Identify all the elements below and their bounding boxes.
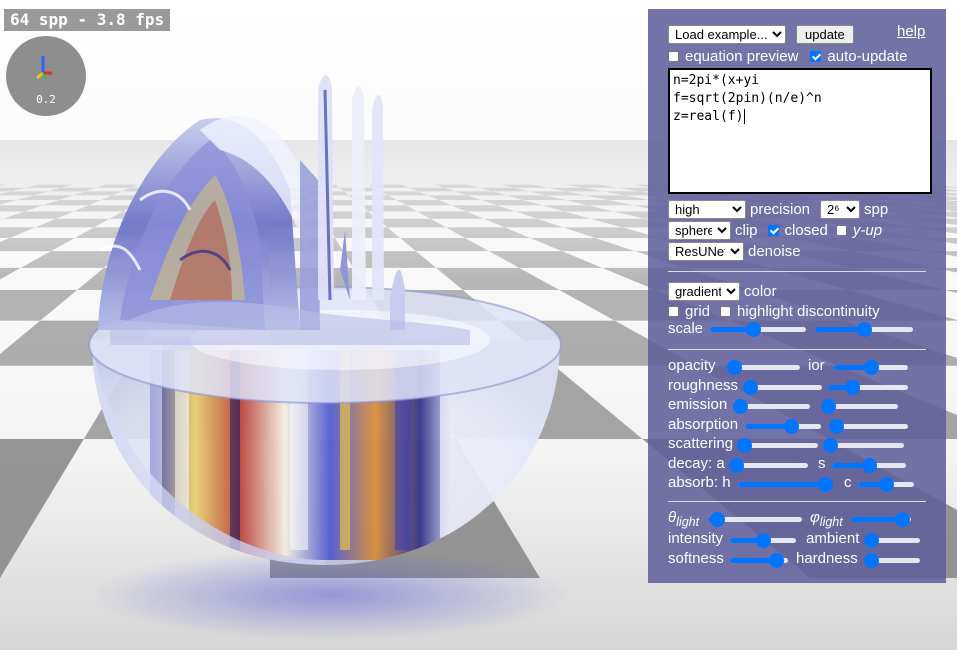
- y-up-label: y-up: [852, 222, 883, 239]
- slider-6-b[interactable]: [858, 477, 914, 492]
- slider-0-b-handle[interactable]: [895, 512, 910, 527]
- axes-scale-label: 0.2: [36, 93, 56, 106]
- slider-5-b[interactable]: [832, 457, 906, 473]
- auto-update-checkbox[interactable]: [810, 51, 822, 62]
- slider-0-a-handle[interactable]: [726, 360, 742, 375]
- slider-label: decay: a: [668, 454, 725, 472]
- axes-gizmo[interactable]: 0.2: [6, 36, 86, 116]
- slider-label: intensity: [668, 529, 724, 547]
- scale-label: scale: [668, 320, 704, 337]
- slider-2-a[interactable]: [732, 399, 810, 414]
- slider-1-b[interactable]: [864, 532, 920, 548]
- load-example-select[interactable]: Load example...: [668, 25, 786, 44]
- slider-label: absorb: h: [668, 474, 731, 491]
- slider-1-a[interactable]: [730, 532, 796, 548]
- equation-line: f=sqrt(2pin)(n/e)^n: [673, 91, 822, 106]
- grid-checkbox[interactable]: [668, 306, 679, 317]
- slider-6-a[interactable]: [738, 477, 834, 492]
- slider-label: ambient: [806, 529, 860, 547]
- slider-2-b[interactable]: [820, 399, 898, 414]
- slider-label: hardness: [796, 550, 858, 567]
- y-up-checkbox[interactable]: [835, 225, 847, 236]
- slider-0-b[interactable]: [851, 512, 911, 527]
- slider-0-b-handle[interactable]: [864, 360, 879, 375]
- slider-3-a-handle[interactable]: [783, 418, 799, 434]
- slider-label: roughness: [668, 376, 739, 394]
- auto-update-label: auto-update: [827, 48, 908, 65]
- equation-preview-checkbox[interactable]: [668, 51, 679, 62]
- slider-label: scattering: [668, 435, 734, 452]
- slider-6-a-handle[interactable]: [818, 477, 834, 492]
- slider-3-a[interactable]: [745, 418, 821, 434]
- slider-5-b-handle[interactable]: [862, 457, 877, 473]
- scale-slider-2[interactable]: [815, 322, 913, 337]
- slider-0-a[interactable]: [708, 512, 802, 527]
- control-panel: Load example... update help equation pre…: [648, 9, 946, 583]
- help-link[interactable]: help: [897, 23, 925, 40]
- slider-2-a-handle[interactable]: [769, 553, 785, 568]
- divider: [668, 501, 926, 502]
- slider-1-a-handle[interactable]: [756, 532, 771, 548]
- slider-3-b[interactable]: [828, 418, 908, 434]
- slider-0-a-handle[interactable]: [710, 512, 726, 527]
- slider-2-b-handle[interactable]: [820, 399, 836, 414]
- slider-1-b[interactable]: [828, 379, 908, 395]
- highlight-discontinuity-label: highlight discontinuity: [737, 303, 880, 320]
- slider-0-a[interactable]: [726, 360, 800, 375]
- slider-label: softness: [668, 550, 724, 567]
- slider-3-b-handle[interactable]: [828, 418, 844, 434]
- slider-label: φlight: [810, 509, 843, 529]
- closed-checkbox[interactable]: [767, 225, 779, 236]
- equation-preview-label: equation preview: [685, 48, 799, 65]
- slider-handle[interactable]: [857, 322, 872, 337]
- slider-label: c: [844, 474, 852, 491]
- scale-slider-1[interactable]: [710, 322, 806, 337]
- highlight-discontinuity-checkbox[interactable]: [720, 306, 732, 317]
- denoise-label: denoise: [748, 243, 801, 260]
- slider-label: s: [818, 454, 826, 472]
- precision-select[interactable]: high: [668, 200, 746, 219]
- equation-line: n=2pi*(x+yi: [673, 73, 760, 88]
- slider-handle[interactable]: [746, 322, 762, 337]
- equation-line: z=real(f): [673, 109, 746, 124]
- slider-4-b[interactable]: [822, 438, 904, 453]
- slider-1-a[interactable]: [742, 379, 822, 395]
- closed-label: closed: [784, 222, 828, 239]
- slider-label: absorption: [668, 415, 739, 433]
- slider-label: emission: [668, 396, 728, 413]
- slider-4-b-handle[interactable]: [822, 438, 838, 453]
- clip-select[interactable]: sphere: [668, 221, 731, 240]
- slider-1-a-handle[interactable]: [742, 379, 758, 395]
- divider: [668, 349, 926, 350]
- equation-editor[interactable]: n=2pi*(x+yi f=sqrt(2pin)(n/e)^n z=real(f…: [668, 68, 932, 194]
- slider-5-a-handle[interactable]: [728, 457, 744, 473]
- slider-0-b[interactable]: [834, 360, 908, 375]
- slider-2-a[interactable]: [730, 553, 788, 568]
- slider-label: ior: [808, 357, 825, 374]
- slider-label: opacity: [668, 357, 716, 374]
- slider-2-b[interactable]: [864, 553, 920, 568]
- divider: [668, 271, 926, 272]
- slider-2-a-handle[interactable]: [732, 399, 748, 414]
- clip-label: clip: [735, 222, 758, 239]
- slider-label: θlight: [668, 509, 700, 529]
- precision-label: precision: [750, 201, 811, 218]
- color-label: color: [744, 283, 777, 300]
- fps-counter: 64 spp - 3.8 fps: [4, 9, 171, 31]
- spp-select[interactable]: 2⁶: [820, 200, 861, 219]
- slider-5-a[interactable]: [728, 457, 808, 473]
- slider-4-a[interactable]: [736, 438, 818, 453]
- update-button[interactable]: update: [796, 25, 854, 44]
- slider-1-b-handle[interactable]: [845, 379, 860, 395]
- slider-6-b-handle[interactable]: [879, 477, 894, 492]
- slider-4-a-handle[interactable]: [736, 438, 752, 453]
- denoise-select[interactable]: ResUNet 2: [668, 242, 744, 261]
- slider-1-b-handle[interactable]: [864, 532, 880, 548]
- slider-6-a-fill: [738, 482, 826, 487]
- color-select[interactable]: gradient: [668, 282, 740, 301]
- grid-label: grid: [685, 303, 711, 320]
- slider-2-b-handle[interactable]: [864, 553, 880, 568]
- spp-label: spp: [864, 201, 889, 218]
